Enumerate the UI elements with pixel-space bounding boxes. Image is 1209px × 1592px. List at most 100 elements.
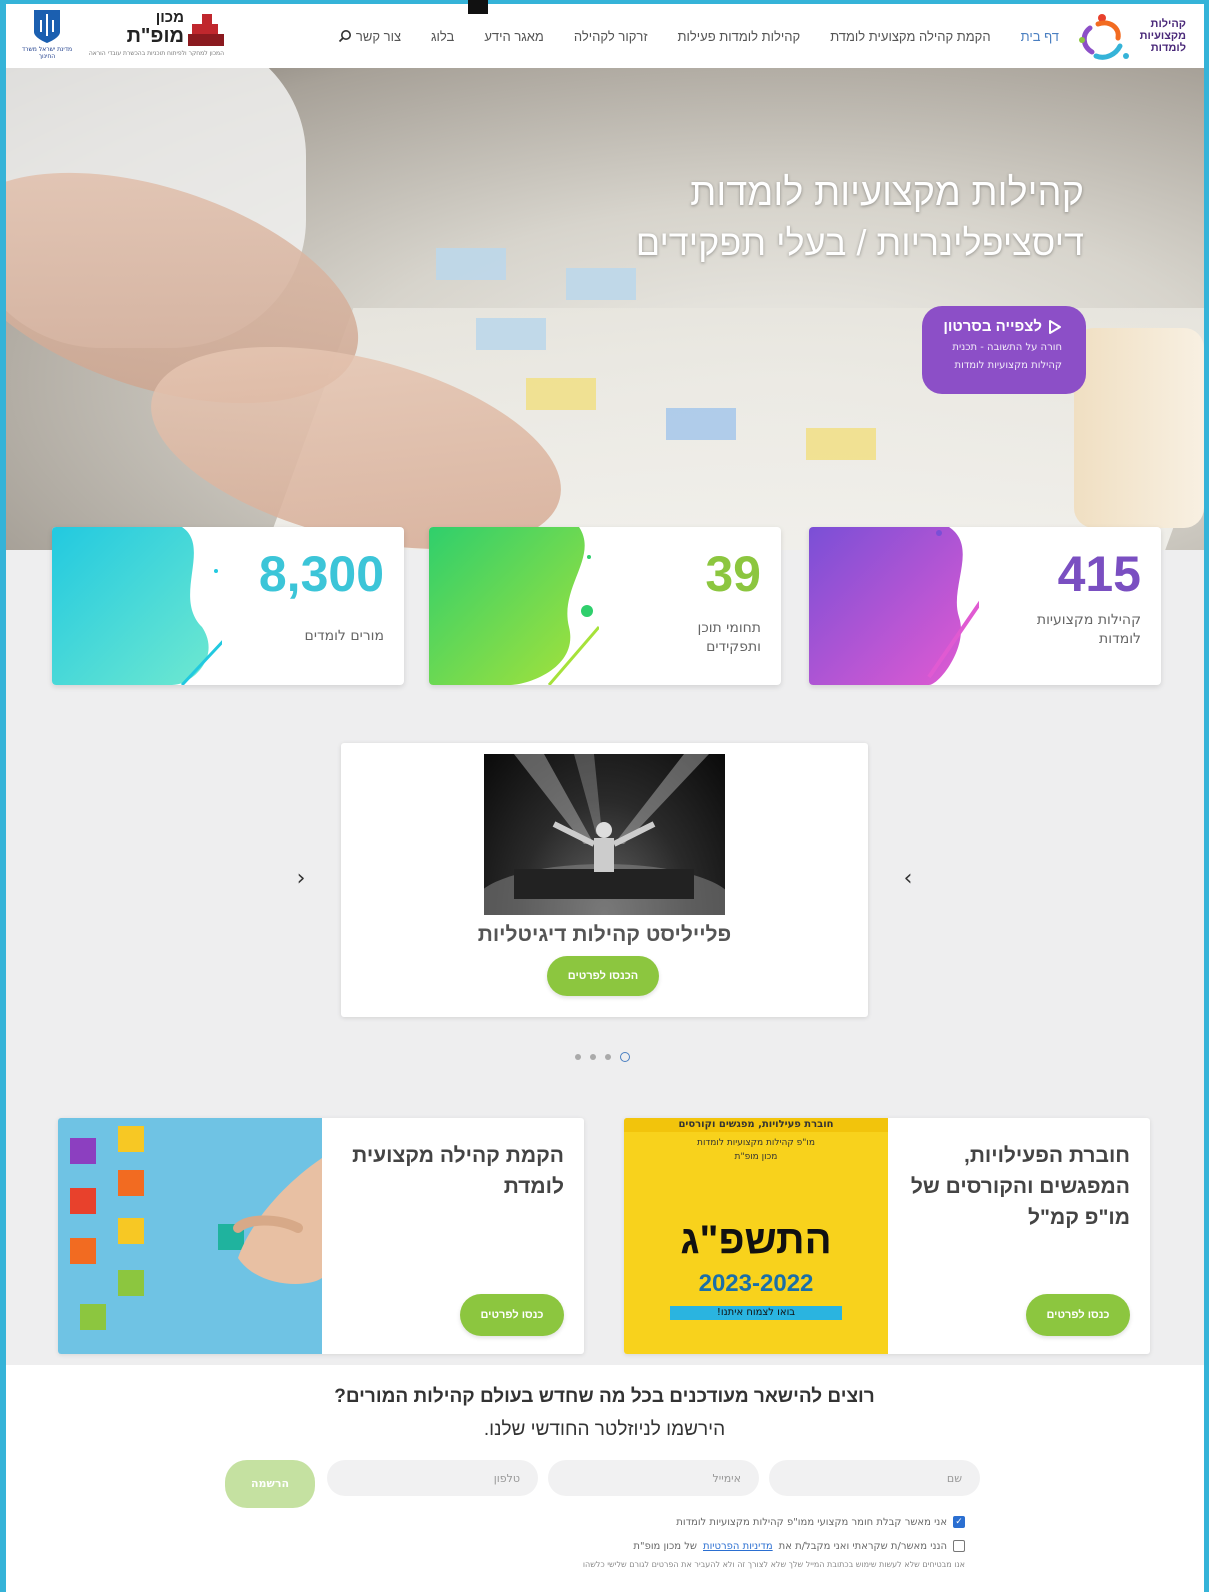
- brand-line-2: מקצועיות: [1139, 30, 1186, 42]
- hero-photo-sticky-note: [666, 408, 736, 440]
- hero-title-line-1: קהילות מקצועיות לומדות: [690, 172, 1084, 214]
- hero-photo-sticky-note: [476, 318, 546, 350]
- newsletter-submit-button[interactable]: הרשמה: [225, 1460, 315, 1508]
- slider-dot[interactable]: [575, 1054, 581, 1060]
- hero-photo-sticky-note: [436, 248, 506, 280]
- site-header: קהילות מקצועיות לומדות דף בית הקמת קהילה…: [6, 4, 1204, 68]
- hero-photo-sticky-note: [806, 428, 876, 460]
- nav-home[interactable]: דף בית: [1021, 29, 1059, 44]
- consent-row-2: הנני מאשר/ת שקראתי ואני מקבל/ת את מדיניו…: [633, 1540, 965, 1552]
- newsletter-phone-input[interactable]: [327, 1460, 538, 1496]
- card-details-button-booklet[interactable]: כנסו לפרטים: [1026, 1294, 1130, 1336]
- stat-number-communities: 415: [1057, 546, 1141, 602]
- page-frame-right: [1204, 0, 1209, 1592]
- mofet-tagline: המכון למחקר ולפיתוח תוכניות בהכשרת עובדי…: [88, 50, 224, 57]
- nav-establish-community[interactable]: הקמת קהילה מקצועית לומדת: [830, 29, 990, 44]
- consent-label-1: אני מאשר קבלת חומר מקצועי ממו"פ קהילות מ…: [676, 1516, 947, 1528]
- mofet-logo-icon: [188, 14, 224, 46]
- privacy-policy-link[interactable]: מדיניות הפרטיות: [703, 1541, 773, 1552]
- stat-label-communities: קהילות מקצועיות לומדות: [1036, 612, 1141, 647]
- card-image-blocks-artwork: [70, 1126, 322, 1330]
- nav-spotlight[interactable]: זרקור לקהילה: [574, 29, 648, 44]
- watch-video-subtitle-line-2: קהילות מקצועיות לומדות: [954, 360, 1063, 371]
- hero-photo-sticky-note: [566, 268, 636, 300]
- stat-card-domains: 39 תחומי תוכן ותפקידים: [429, 527, 781, 685]
- hero-title: קהילות מקצועיות לומדות דיסציפלינריות / ב…: [636, 166, 1084, 266]
- slide-image-concert: [484, 754, 725, 915]
- ministry-logo[interactable]: מדינת ישראל משרד החינוך: [20, 8, 74, 66]
- newsletter-name-input[interactable]: [769, 1460, 980, 1496]
- stat-decoration-purple: [809, 527, 979, 685]
- consent-checkbox-2[interactable]: [953, 1540, 965, 1552]
- mofet-logo[interactable]: מכון מופ"ת המכון למחקר ולפיתוח תוכניות ב…: [86, 8, 224, 64]
- stat-card-communities: 415 קהילות מקצועיות לומדות: [809, 527, 1161, 685]
- slider-next-button[interactable]: ›: [896, 866, 920, 891]
- slide-title: פלייליסט קהילות דיגיטליות: [477, 923, 732, 946]
- contact-search-group: צור קשר: [338, 29, 401, 44]
- brand-logo[interactable]: קהילות מקצועיות לומדות: [1076, 8, 1186, 64]
- mofet-name: מכון מופ"ת: [126, 9, 184, 47]
- brand-logo-icon: [1079, 14, 1129, 60]
- slider-dot-active[interactable]: [620, 1052, 630, 1062]
- card-establish-community: הקמת קהילה מקצועית לומדת כנסו לפרטים: [58, 1118, 584, 1354]
- watch-video-subtitle-line-1: חורה על התשובה - תכנית: [952, 342, 1062, 353]
- top-decoration: [468, 0, 488, 14]
- consent-label-2-suffix: של מכון מופ"ת: [633, 1540, 697, 1552]
- newsletter-subtitle: הירשמו לניוזלטר החודשי שלנו.: [483, 1419, 726, 1440]
- mofet-name-small: מכון: [155, 9, 184, 26]
- booklet-cover-header: חוברת פעילויות, מפגשים וקורסים: [624, 1118, 888, 1132]
- brand-name: קהילות מקצועיות לומדות: [1140, 18, 1186, 54]
- stat-decoration-green: [429, 527, 599, 685]
- slider-prev-button[interactable]: ‹: [289, 866, 313, 891]
- slide-details-button[interactable]: הכנסו לפרטים: [547, 956, 659, 996]
- stat-number-teachers: 8,300: [258, 546, 384, 602]
- main-nav: דף בית הקמת קהילה מקצועית לומדת קהילות ל…: [338, 4, 1059, 68]
- watch-video-text: לצפייה בסרטון: [943, 318, 1042, 335]
- card-title-establish-community: הקמת קהילה מקצועית לומדת: [352, 1144, 564, 1198]
- booklet-cover-subtitle: מו"פ קהילות מקצועיות לומדות: [697, 1138, 815, 1148]
- stat-label-domains: תחומי תוכן ותפקידים: [697, 620, 762, 655]
- nav-blog[interactable]: בלוג: [431, 29, 454, 44]
- booklet-cover-year-hebrew: התשפ"ג: [680, 1218, 832, 1262]
- stat-label-teachers: מורים לומדים: [304, 628, 384, 644]
- stat-decoration-cyan: [52, 527, 222, 685]
- slider-card: פלייליסט קהילות דיגיטליות הכנסו לפרטים: [341, 743, 868, 1017]
- play-icon: [1049, 319, 1061, 334]
- page-frame-left: [0, 0, 6, 1592]
- consent-checkbox-1[interactable]: ✓: [953, 1516, 965, 1528]
- search-icon[interactable]: [338, 29, 352, 43]
- watch-video-subtitle: חורה על התשובה - תכנית קהילות מקצועיות ל…: [940, 339, 1062, 375]
- brand-line-1: קהילות: [1150, 18, 1186, 30]
- slide-image-artwork: [484, 754, 725, 915]
- hero-photo-sticky-note: [526, 378, 596, 410]
- card-details-button-establish[interactable]: כנסו לפרטים: [460, 1294, 564, 1336]
- card-activities-booklet: חוברת פעילויות, מפגשים וקורסים מו"פ קהיל…: [624, 1118, 1150, 1354]
- newsletter-email-input[interactable]: [548, 1460, 759, 1496]
- watch-video-label: לצפייה בסרטון: [940, 318, 1062, 335]
- consent-label-2: הנני מאשר/ת שקראתי ואני מקבל/ת את: [778, 1540, 947, 1552]
- slider-pagination: [575, 1052, 630, 1062]
- mofet-name-big: מופ"ת: [126, 25, 184, 47]
- booklet-cover-publisher: מכון מופ"ת: [734, 1152, 778, 1162]
- card-image-blocks: [58, 1118, 322, 1354]
- ministry-emblem-icon: [34, 10, 60, 43]
- watch-video-button[interactable]: לצפייה בסרטון חורה על התשובה - תכנית קהי…: [922, 306, 1086, 394]
- nav-active-communities[interactable]: קהילות לומדות פעילות: [678, 29, 801, 44]
- card-title-activities-booklet: חוברת הפעילויות, המפגשים והקורסים של מו"…: [910, 1144, 1130, 1229]
- hero-banner: קהילות מקצועיות לומדות דיסציפלינריות / ב…: [6, 68, 1204, 550]
- nav-knowledge-base[interactable]: מאגר הידע: [484, 29, 544, 44]
- nav-contact[interactable]: צור קשר: [356, 29, 401, 44]
- slider-dot[interactable]: [590, 1054, 596, 1060]
- privacy-note: אנו מבטיחים שלא לעשות שימוש בכתובת המייל…: [582, 1560, 965, 1569]
- slider-dot[interactable]: [605, 1054, 611, 1060]
- hero-title-line-2: דיסציפלינריות / בעלי תפקידים: [635, 222, 1084, 263]
- booklet-cover-banner: בואו לצמוח איתנו!: [670, 1306, 842, 1320]
- brand-line-3: לומדות: [1150, 42, 1186, 54]
- stat-card-teachers: 8,300 מורים לומדים: [52, 527, 404, 685]
- newsletter-title: רוצים להישאר מעודכנים בכל מה שחדש בעולם …: [334, 1386, 875, 1407]
- card-image-booklet-cover: חוברת פעילויות, מפגשים וקורסים מו"פ קהיל…: [624, 1118, 888, 1354]
- page-frame-top: [0, 0, 1209, 4]
- booklet-cover-year: 2023-2022: [698, 1270, 814, 1297]
- hero-photo-cup: [1074, 328, 1204, 528]
- consent-row-1: ✓ אני מאשר קבלת חומר מקצועי ממו"פ קהילות…: [676, 1516, 965, 1528]
